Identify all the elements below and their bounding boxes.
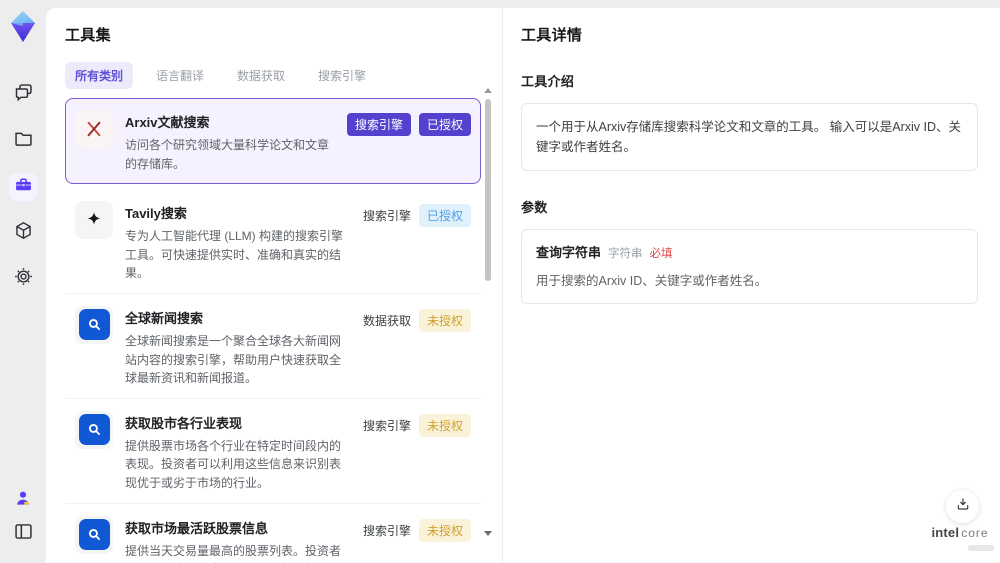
- tool-badges: 搜索引擎 已授权: [363, 201, 471, 283]
- sidebar-nav: [0, 81, 46, 293]
- category-badge: 搜索引擎: [362, 209, 411, 224]
- app-window: 工具集 所有类别 语言翻译 数据获取 搜索引擎 Arxiv文献搜索 访问各个研究…: [0, 0, 1000, 563]
- category-badge: 搜索引擎: [362, 418, 411, 433]
- tool-card-body: Tavily搜索 专为人工智能代理 (LLM) 构建的搜索引擎工具。可快速提供实…: [125, 201, 351, 283]
- tavily-icon: [75, 201, 113, 240]
- param-list: 查询字符串 字符串 必填 用于搜索的Arxiv ID、关键字或作者姓名。: [521, 229, 978, 304]
- tool-name: Arxiv文献搜索: [125, 115, 210, 130]
- page-title: 工具集: [65, 27, 111, 44]
- sidebar-item-profile[interactable]: [9, 486, 37, 514]
- tool-card[interactable]: 全球新闻搜索 全球新闻搜索是一个聚合全球各大新闻网站内容的搜索引擎，帮助用户快速…: [65, 294, 481, 399]
- auth-badge: 未授权: [418, 518, 471, 542]
- category-tab[interactable]: 所有类别: [65, 62, 134, 89]
- tool-name: 全球新闻搜索: [125, 310, 204, 326]
- tool-badges: 数据获取 未授权: [363, 306, 471, 388]
- tool-list-panel: 工具集 所有类别 语言翻译 数据获取 搜索引擎 Arxiv文献搜索 访问各个研究…: [46, 8, 502, 563]
- category-tab[interactable]: 数据获取: [227, 62, 295, 89]
- category-badge: 数据获取: [362, 313, 411, 328]
- tool-card[interactable]: Tavily搜索 专为人工智能代理 (LLM) 构建的搜索引擎工具。可快速提供实…: [65, 189, 481, 294]
- news-icon: [75, 515, 113, 554]
- folder-icon: [13, 128, 34, 154]
- sidebar-item-tools[interactable]: [9, 173, 37, 201]
- auth-badge: 未授权: [418, 308, 471, 332]
- sidebar-item-files[interactable]: [9, 127, 37, 155]
- brand-secondary: core: [961, 526, 989, 540]
- params-heading: 参数: [521, 200, 548, 215]
- tool-card[interactable]: Arxiv文献搜索 访问各个研究领域大量科学论文和文章的存储库。 搜索引擎 已授…: [65, 98, 481, 185]
- tool-card[interactable]: 获取股市各行业表现 提供股票市场各个行业在特定时间段内的表现。投资者可以利用这些…: [65, 399, 481, 504]
- category-badge: 搜索引擎: [362, 523, 411, 538]
- brand-subtext-strip: [968, 545, 994, 551]
- category-tab[interactable]: 语言翻译: [146, 62, 214, 89]
- download-icon: [955, 496, 971, 517]
- intel-core-logo: intel core: [924, 524, 996, 551]
- download-button[interactable]: [946, 490, 979, 523]
- main-panel: 工具集 所有类别 语言翻译 数据获取 搜索引擎 Arxiv文献搜索 访问各个研究…: [46, 8, 1000, 563]
- arxiv-icon: [75, 110, 113, 148]
- tool-badges: 搜索引擎 未授权: [363, 516, 471, 563]
- panel-toggle-icon: [13, 521, 34, 547]
- param-description: 用于搜索的Arxiv ID、关键字或作者姓名。: [536, 274, 768, 288]
- category-tabs: 所有类别 语言翻译 数据获取 搜索引擎: [65, 62, 502, 89]
- auth-badge: 已授权: [418, 113, 471, 136]
- brand-primary: intel: [931, 525, 960, 540]
- tool-description: 提供当天交易量最高的股票列表。投资者可以利用这些信息来识别流动性强的股票和潜在的…: [125, 543, 342, 563]
- tool-card-list: Arxiv文献搜索 访问各个研究领域大量科学论文和文章的存储库。 搜索引擎 已授…: [65, 98, 481, 563]
- auth-badge: 已授权: [418, 204, 471, 228]
- sidebar-bottom: [0, 486, 46, 548]
- category-badge: 搜索引擎: [346, 113, 411, 136]
- sidebar-item-packages[interactable]: [9, 219, 37, 247]
- app-logo-icon: [8, 10, 38, 44]
- cube-icon: [13, 220, 34, 246]
- chat-icon: [13, 82, 34, 108]
- toolbox-icon: [13, 174, 34, 200]
- detail-title: 工具详情: [521, 27, 583, 44]
- param-type: 字符串: [608, 248, 643, 260]
- sidebar-item-panel-toggle[interactable]: [9, 520, 37, 548]
- scrollbar-up-arrow-icon[interactable]: [484, 88, 492, 93]
- news-icon: [75, 305, 113, 344]
- scrollbar-down-arrow-icon[interactable]: [484, 531, 492, 536]
- tool-name: 获取市场最活跃股票信息: [125, 520, 269, 536]
- tool-card-body: Arxiv文献搜索 访问各个研究领域大量科学论文和文章的存储库。: [125, 110, 335, 173]
- intro-text: 一个用于从Arxiv存储库搜索科学论文和文章的工具。 输入可以是Arxiv ID…: [521, 103, 978, 171]
- tool-description: 提供股票市场各个行业在特定时间段内的表现。投资者可以利用这些信息来识别表现优于或…: [125, 438, 342, 490]
- param-required-flag: 必填: [649, 248, 673, 260]
- tool-badges: 搜索引擎 未授权: [363, 411, 471, 493]
- tool-card-body: 获取股市各行业表现 提供股票市场各个行业在特定时间段内的表现。投资者可以利用这些…: [125, 411, 351, 493]
- scrollbar-thumb[interactable]: [485, 99, 491, 281]
- gear-icon: [13, 266, 34, 292]
- tool-card[interactable]: 获取市场最活跃股票信息 提供当天交易量最高的股票列表。投资者可以利用这些信息来识…: [65, 504, 481, 563]
- tool-name: Tavily搜索: [125, 206, 187, 222]
- param-card: 查询字符串 字符串 必填 用于搜索的Arxiv ID、关键字或作者姓名。: [521, 229, 978, 304]
- tool-card-body: 全球新闻搜索 全球新闻搜索是一个聚合全球各大新闻网站内容的搜索引擎，帮助用户快速…: [125, 306, 351, 388]
- tool-description: 访问各个研究领域大量科学论文和文章的存储库。: [125, 138, 330, 171]
- profile-icon: [13, 488, 33, 513]
- sidebar-item-settings[interactable]: [9, 265, 37, 293]
- intro-heading: 工具介绍: [521, 74, 575, 89]
- news-icon: [75, 410, 113, 449]
- sidebar: [0, 0, 46, 563]
- list-scrollbar: [483, 88, 493, 536]
- tool-description: 全球新闻搜索是一个聚合全球各大新闻网站内容的搜索引擎，帮助用户快速获取全球最新资…: [125, 333, 342, 386]
- category-tab[interactable]: 搜索引擎: [308, 62, 376, 89]
- auth-badge: 未授权: [418, 413, 471, 437]
- tool-badges: 搜索引擎 已授权: [346, 110, 471, 173]
- sidebar-item-chat[interactable]: [9, 81, 37, 109]
- param-name: 查询字符串: [536, 245, 602, 260]
- param-head: 查询字符串 字符串 必填: [536, 242, 963, 261]
- tool-name: 获取股市各行业表现: [125, 415, 243, 431]
- tool-description: 专为人工智能代理 (LLM) 构建的搜索引擎工具。可快速提供实时、准确和真实的结…: [125, 229, 344, 281]
- tool-detail-panel: 工具详情 工具介绍 一个用于从Arxiv存储库搜索科学论文和文章的工具。 输入可…: [502, 8, 1000, 563]
- tool-card-body: 获取市场最活跃股票信息 提供当天交易量最高的股票列表。投资者可以利用这些信息来识…: [125, 516, 351, 563]
